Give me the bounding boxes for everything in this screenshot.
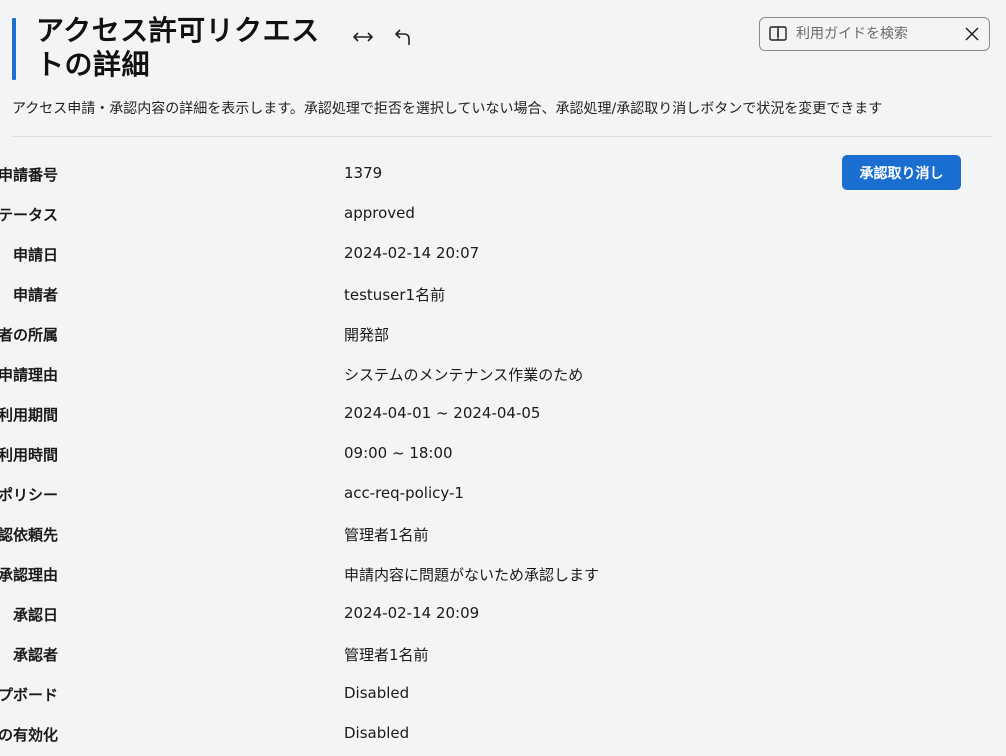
detail-label: 申請理由 bbox=[0, 366, 58, 384]
detail-row: クリップボード Disabled bbox=[0, 674, 820, 714]
detail-value: acc-req-policy-1 bbox=[344, 484, 464, 502]
detail-row: アクセス申請ポリシー acc-req-policy-1 bbox=[0, 474, 820, 514]
detail-row: 申請理由 システムのメンテナンス作業のため bbox=[0, 354, 820, 394]
detail-row: ステータス approved bbox=[0, 194, 820, 234]
detail-label: 利用時間 bbox=[0, 446, 58, 464]
detail-value: 管理者1名前 bbox=[344, 526, 429, 544]
request-detail-page: アクセス許可リクエストの詳細 利用ガイドを検索 アクセス申請・承認内容の詳細を表… bbox=[0, 0, 1006, 756]
detail-label: クリップボード bbox=[0, 686, 58, 704]
detail-label: 承認者 bbox=[12, 646, 58, 664]
detail-label: 承認日 bbox=[12, 606, 58, 624]
detail-label: 承認依頼先 bbox=[0, 526, 58, 544]
detail-list: 申請番号 1379 ステータス approved 申請日 2024-02-14 … bbox=[0, 154, 820, 754]
detail-value: システムのメンテナンス作業のため bbox=[344, 366, 584, 384]
search-input[interactable] bbox=[796, 26, 956, 42]
page-title: アクセス許可リクエストの詳細 bbox=[36, 14, 320, 81]
detail-label: 利用期間 bbox=[0, 406, 58, 424]
detail-value: Disabled bbox=[344, 724, 410, 742]
detail-value: 1379 bbox=[344, 164, 383, 182]
undo-arrow-icon[interactable] bbox=[390, 24, 416, 50]
detail-row: 申請者 testuser1名前 bbox=[0, 274, 820, 314]
detail-label: ステータス bbox=[0, 206, 58, 224]
title-accent-bar bbox=[12, 18, 16, 80]
expand-horizontal-icon[interactable] bbox=[350, 24, 376, 50]
detail-row: 申請日 2024-02-14 20:07 bbox=[0, 234, 820, 274]
revoke-approval-button[interactable]: 承認取り消し bbox=[842, 155, 961, 190]
detail-value: 管理者1名前 bbox=[344, 646, 429, 664]
detail-value: Disabled bbox=[344, 684, 410, 702]
detail-label: 申請日 bbox=[12, 246, 58, 264]
detail-label: 申請者の所属 bbox=[0, 326, 58, 344]
guide-search-box[interactable] bbox=[759, 17, 990, 51]
divider bbox=[12, 136, 992, 137]
detail-value: approved bbox=[344, 204, 415, 222]
detail-row: 承認者 管理者1名前 bbox=[0, 634, 820, 674]
detail-value: 開発部 bbox=[344, 326, 390, 344]
detail-label: 申請番号 bbox=[0, 166, 58, 184]
detail-row: 承認日 2024-02-14 20:09 bbox=[0, 594, 820, 634]
detail-row: 申請者の所属 開発部 bbox=[0, 314, 820, 354]
detail-row: 利用時間 09:00 ~ 18:00 bbox=[0, 434, 820, 474]
detail-value: 2024-02-14 20:07 bbox=[344, 244, 480, 262]
detail-value: 09:00 ~ 18:00 bbox=[344, 444, 453, 462]
detail-value: testuser1名前 bbox=[344, 286, 446, 304]
close-icon[interactable] bbox=[961, 23, 983, 45]
page-description: アクセス申請・承認内容の詳細を表示します。承認処理で拒否を選択していない場合、承… bbox=[12, 101, 883, 117]
detail-value: 2024-02-14 20:09 bbox=[344, 604, 480, 622]
detail-label: アクセス申請ポリシー bbox=[0, 486, 58, 504]
detail-label: 申請者 bbox=[12, 286, 58, 304]
detail-value: 2024-04-01 ~ 2024-04-05 bbox=[344, 404, 541, 422]
detail-row: 承認理由 申請内容に問題がないため承認します bbox=[0, 554, 820, 594]
detail-row: 操作録画の有効化 Disabled bbox=[0, 714, 820, 754]
detail-value: 申請内容に問題がないため承認します bbox=[344, 566, 600, 584]
detail-row: 承認依頼先 管理者1名前 bbox=[0, 514, 820, 554]
detail-label: 操作録画の有効化 bbox=[0, 726, 58, 744]
book-icon bbox=[768, 24, 788, 44]
detail-row: 利用期間 2024-04-01 ~ 2024-04-05 bbox=[0, 394, 820, 434]
title-actions bbox=[350, 24, 416, 50]
detail-label: 承認理由 bbox=[0, 566, 58, 584]
detail-row: 申請番号 1379 bbox=[0, 154, 820, 194]
